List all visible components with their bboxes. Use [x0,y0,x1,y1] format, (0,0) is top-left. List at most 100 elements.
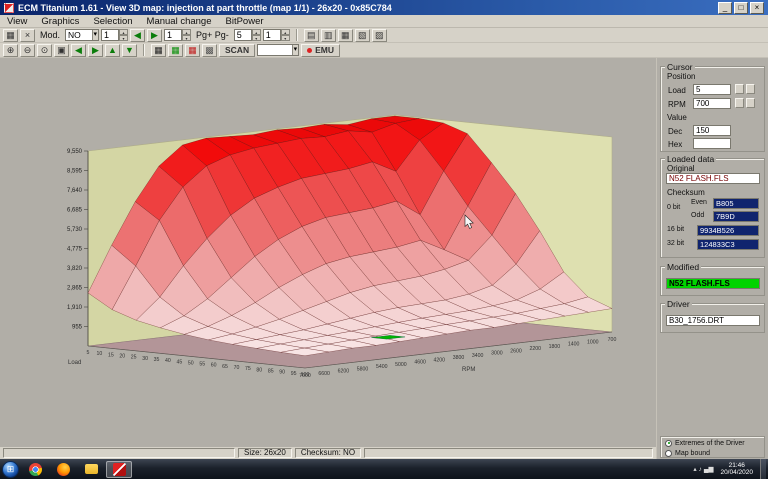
rpm-tick-label: 2600 [510,348,522,354]
rpm-tick-label: 3000 [491,351,503,357]
interpolate-icon[interactable]: ▧ [354,28,370,42]
firefox-icon [56,462,70,476]
row-step-field[interactable]: 1 [101,29,120,41]
load-inc-button[interactable] [746,84,755,94]
load-tick-label: 75 [245,366,251,372]
hex-field[interactable] [693,138,731,149]
taskbar-explorer-button[interactable] [78,461,104,478]
status-checksum: Checksum: NO [294,448,362,458]
map-3d-plot-area[interactable]: 955 1,910 2,865 3,820 4,775 5,730 6,685 7,640 8,… [0,58,656,447]
view-option-label: Extremes of the Driver [675,439,745,447]
view-option-map-bound[interactable]: Map bound [661,449,764,457]
load-field[interactable]: 5 [693,84,731,95]
toolbar-row-1: ▦ × Mod. NO ▾ 1 ▴ ▾ ◀ ▶ 1 ▴ ▾ Pg+ Pg- 5 ▴ ▾ 1… [0,28,768,43]
grid-view-icon[interactable]: ▦ [3,28,18,42]
pg-plus-spinner[interactable]: ▴ ▾ [251,29,261,41]
map-overlay-icon[interactable]: ▩ [202,43,217,57]
zoom-out-icon[interactable]: ⊖ [20,43,35,57]
show-desktop-button[interactable] [760,459,766,479]
pg-minus-field[interactable]: 1 [262,29,281,41]
z-tick-label: 8,595 [67,169,83,175]
zoom-window-icon[interactable]: ⊙ [37,43,52,57]
network-icon[interactable]: ▄▆ [704,465,714,473]
pg-minus-spinner[interactable]: ▴ ▾ [280,29,290,41]
view-options-box: Extremes of the Driver Map bound [660,436,765,458]
next-map-icon[interactable]: ▶ [147,28,163,42]
driver-file-field[interactable]: B30_1756.DRT [666,315,760,326]
view-option-extremes-of-the-driver[interactable]: Extremes of the Driver [661,439,764,447]
col-step-field[interactable]: 1 [164,29,183,41]
scan-button[interactable]: SCAN [219,43,256,57]
menu-item-view[interactable]: View [0,16,34,27]
rpm-inc-button[interactable] [746,98,755,108]
col-step-spinner[interactable]: ▴ ▾ [182,29,192,41]
start-button[interactable]: ⊞ [2,460,19,478]
pg-plus-field[interactable]: 5 [233,29,252,41]
rotate-up-icon[interactable]: ▲ [105,43,120,57]
rpm-tick-label: 1800 [549,344,561,350]
map-modified-icon[interactable]: ▦ [168,43,183,57]
odd-checksum-field: 7B9D [713,211,759,222]
map-3d-surface[interactable]: 9551,9102,8653,8204,7755,7306,6857,6408,… [0,58,656,447]
z-tick-label: 9,550 [67,149,83,155]
load-tick-label: 70 [234,365,240,371]
load-tick-label: 80 [256,367,262,373]
taskbar-ecm-button[interactable] [106,460,132,478]
close-button[interactable]: × [750,1,764,14]
combo-caret-icon: ▾ [91,30,99,40]
taskbar-firefox-button[interactable] [50,461,76,478]
modified-file-field[interactable]: N52 FLASH.FLS [666,278,760,289]
row-step-spinner[interactable]: ▴ ▾ [119,29,129,41]
radio-icon[interactable] [665,449,672,457]
load-tick-label: 40 [165,358,171,364]
rpm-field[interactable]: 700 [693,98,731,109]
map-original-icon[interactable]: ▦ [151,43,166,57]
rpm-tick-label: 2200 [529,346,541,352]
select-column-icon[interactable]: ▥ [320,28,336,42]
bit16-checksum-field: 9934B526 [697,225,759,236]
hidden-icons-icon[interactable]: ▴ [693,465,696,473]
original-file-field[interactable]: N52 FLASH.FLS [666,173,760,184]
z-tick-label: 5,730 [67,227,83,233]
volume-icon[interactable]: ♪ [699,466,702,473]
close-map-icon[interactable]: × [20,28,35,42]
emu-button[interactable]: EMU [301,43,340,57]
ecm-icon [112,462,126,476]
taskbar-chrome-button[interactable] [22,461,48,478]
mod-combo[interactable]: NO ▾ [65,29,100,41]
rotate-right-icon[interactable]: ▶ [88,43,103,57]
map-diff-icon[interactable]: ▦ [185,43,200,57]
dec-field[interactable]: 150 [693,125,731,136]
zoom-fit-icon[interactable]: ▣ [54,43,69,57]
menu-item-graphics[interactable]: Graphics [34,16,86,27]
rotate-left-icon[interactable]: ◀ [71,43,86,57]
maximize-button[interactable]: □ [734,1,748,14]
z-tick-label: 6,685 [67,208,83,214]
rotate-down-icon[interactable]: ▼ [122,43,137,57]
select-row-icon[interactable]: ▤ [303,28,319,42]
zoom-in-icon[interactable]: ⊕ [3,43,18,57]
rpm-tick-label: 3400 [472,353,484,359]
original-label: Original [667,164,695,173]
select-all-icon[interactable]: ▦ [337,28,353,42]
scan-combo[interactable]: ▾ [257,44,300,56]
even-label: Even [691,199,707,206]
load-axis-title: Load [68,360,81,366]
taskbar-clock[interactable]: 21:46 20/04/2020 [720,462,753,477]
menu-item-manual-change[interactable]: Manual change [140,16,219,27]
load-dec-button[interactable] [735,84,744,94]
menu-item-selection[interactable]: Selection [86,16,139,27]
smooth-icon[interactable]: ▨ [371,28,387,42]
rpm-dec-button[interactable] [735,98,744,108]
minimize-button[interactable]: _ [718,1,732,14]
title-bar: ECM Titanium 1.61 - View 3D map: injecti… [0,0,768,15]
menu-item-bitpower[interactable]: BitPower [219,16,271,27]
bit32-checksum-field: 124833C3 [697,239,759,250]
pg-plus-spinfield: 5 ▴ ▾ [233,29,261,41]
clock-date: 20/04/2020 [720,469,753,476]
prev-map-icon[interactable]: ◀ [130,28,146,42]
radio-icon[interactable] [665,439,672,447]
chrome-icon [28,462,42,476]
combo-caret-icon: ▾ [291,45,299,55]
view-option-label: Map bound [675,449,711,457]
